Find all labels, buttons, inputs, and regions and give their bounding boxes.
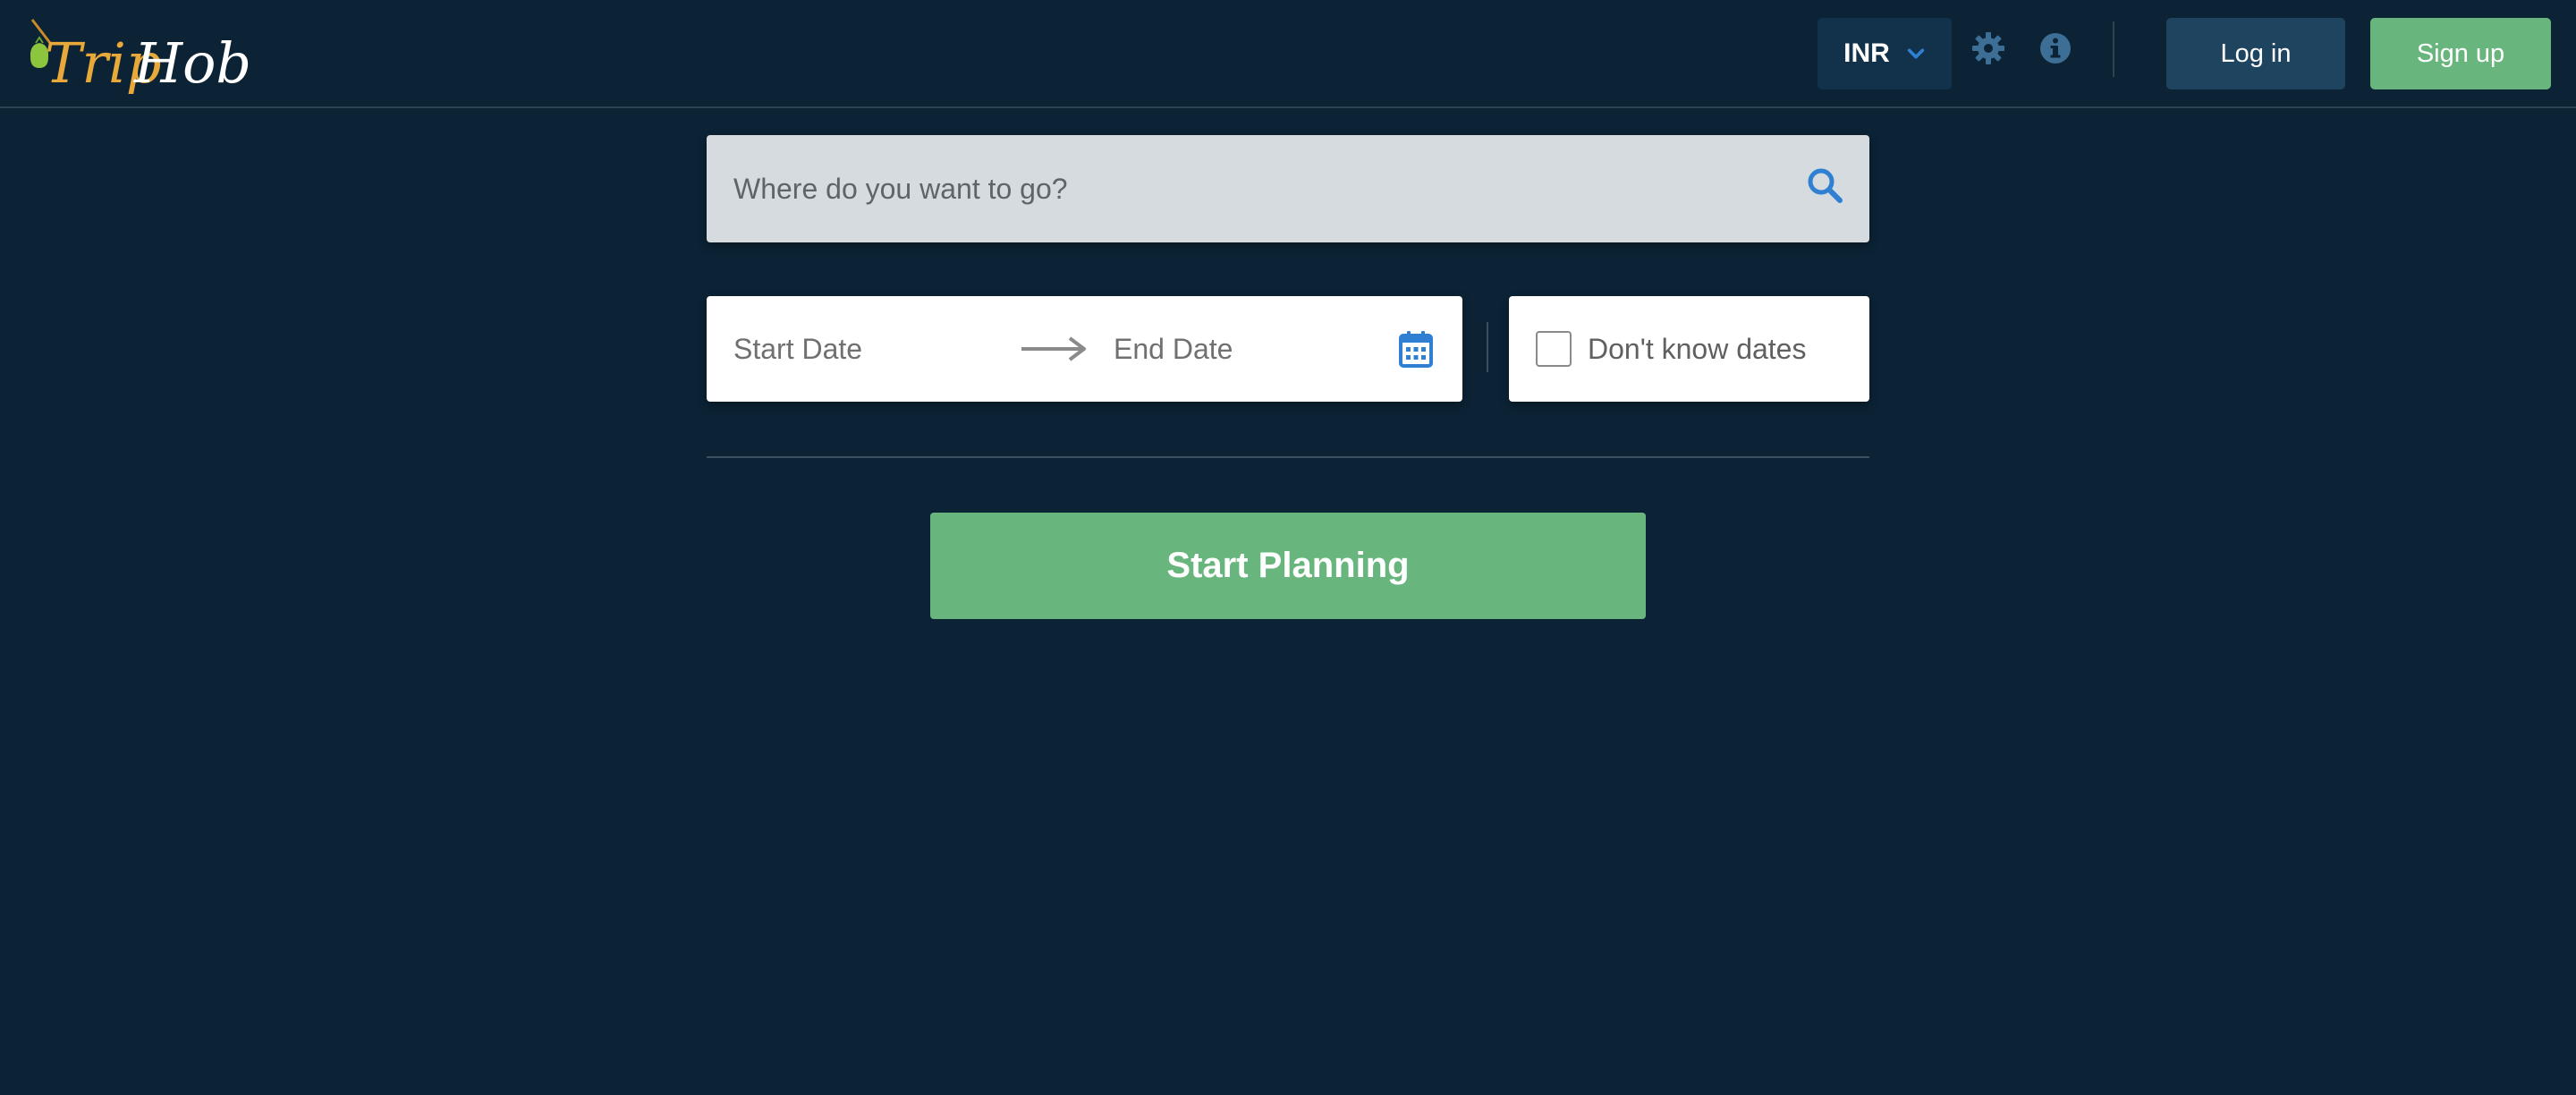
logo-text-hobo: Hobo [133,30,249,96]
form-divider [707,456,1869,458]
dont-know-dates-label[interactable]: Don't know dates [1588,296,1806,402]
chevron-down-icon [1907,48,1924,59]
arrow-right-icon [1020,333,1088,365]
dont-know-dates-checkbox[interactable] [1536,331,1572,367]
gear-icon[interactable] [1970,30,2006,66]
destination-search-box [707,135,1869,242]
info-icon[interactable] [2038,30,2073,66]
calendar-icon[interactable] [1398,329,1434,369]
page: Trip Hobo INR [0,0,2576,1095]
login-button[interactable]: Log in [2166,18,2345,89]
triphobo-logo[interactable]: Trip Hobo [25,16,249,100]
start-planning-button[interactable]: Start Planning [930,513,1646,619]
search-icon[interactable] [1806,166,1843,204]
end-date-field[interactable]: End Date [1114,296,1373,402]
top-header: Trip Hobo INR [0,0,2576,108]
currency-value: INR [1843,38,1890,68]
signup-button[interactable]: Sign up [2370,18,2551,89]
destination-search-input[interactable] [733,135,1762,242]
currency-selector[interactable]: INR [1818,18,1952,89]
date-section-divider [1487,322,1488,372]
triphobo-logo-image: Trip Hobo [30,19,249,96]
start-date-field[interactable]: Start Date [733,296,993,402]
header-divider [2113,21,2114,77]
